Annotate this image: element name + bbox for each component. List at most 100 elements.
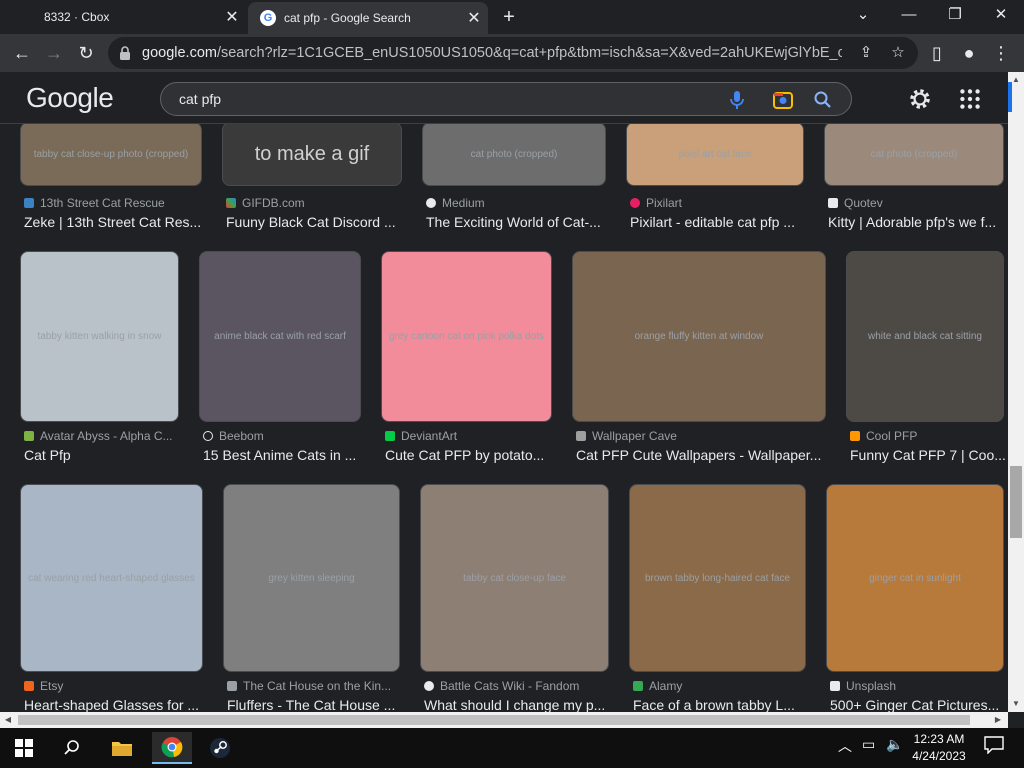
profile-avatar-icon[interactable]: ● (956, 40, 982, 66)
source-name: Alamy (649, 679, 683, 693)
apps-grid-icon[interactable] (957, 86, 983, 112)
scroll-right-arrow-icon[interactable]: ▶ (990, 712, 1006, 728)
reload-icon[interactable]: ↻ (73, 40, 99, 66)
result-source[interactable]: Cool PFP (850, 429, 1006, 443)
result-thumbnail[interactable]: cat wearing red heart-shaped glasses (20, 484, 203, 672)
result-thumbnail[interactable]: grey kitten sleeping (223, 484, 400, 672)
source-favicon-icon (576, 431, 586, 441)
tab-search-chevron-icon[interactable]: ⌄ (840, 0, 886, 30)
side-panel-icon[interactable]: ▯ (924, 40, 950, 66)
restore-button[interactable]: ❐ (932, 0, 978, 30)
vertical-scrollbar[interactable]: ▲ ▼ (1008, 72, 1024, 712)
result-title[interactable]: Funny Cat PFP 7 | Coo... (850, 447, 1006, 463)
result-thumbnail[interactable]: tabby cat close-up face (420, 484, 609, 672)
search-icon[interactable] (811, 88, 835, 112)
source-name: Cool PFP (866, 429, 918, 443)
result-title[interactable]: Cute Cat PFP by potato... (385, 447, 554, 463)
result-title[interactable]: Zeke | 13th Street Cat Res... (24, 214, 204, 230)
result-thumbnail[interactable]: orange fluffy kitten at window (572, 251, 826, 422)
source-name: Beebom (219, 429, 264, 443)
new-tab-button[interactable]: + (498, 6, 520, 28)
source-favicon-icon (203, 431, 213, 441)
result-source[interactable]: Beebom (203, 429, 363, 443)
result-source[interactable]: Avatar Abyss - Alpha C... (24, 429, 181, 443)
result-title[interactable]: What should I change my p... (424, 697, 611, 712)
result-source[interactable]: Pixilart (630, 196, 806, 210)
result-source[interactable]: Quotev (828, 196, 1006, 210)
result-thumbnail[interactable]: cat photo (cropped) (422, 124, 606, 186)
source-name: 13th Street Cat Rescue (40, 196, 165, 210)
settings-gear-icon[interactable] (907, 86, 933, 112)
result-title[interactable]: 15 Best Anime Cats in ... (203, 447, 363, 463)
result-source[interactable]: Unsplash (830, 679, 1006, 693)
search-box[interactable] (160, 82, 852, 116)
menu-kebab-icon[interactable]: ⋮ (988, 40, 1014, 66)
back-arrow-icon[interactable]: ← (9, 40, 35, 66)
volume-icon[interactable]: 🔈 (886, 736, 903, 753)
result-thumbnail[interactable]: white and black cat sitting (846, 251, 1004, 422)
result-source[interactable]: 13th Street Cat Rescue (24, 196, 204, 210)
scroll-down-arrow-icon[interactable]: ▼ (1008, 696, 1024, 712)
result-thumbnail[interactable]: ginger cat in sunlight (826, 484, 1004, 672)
scrollbar-thumb[interactable] (18, 715, 970, 725)
result-thumbnail[interactable]: tabby cat close-up photo (cropped) (20, 124, 202, 186)
result-thumbnail[interactable]: tabby kitten walking in snow (20, 251, 179, 422)
taskbar-clock[interactable]: 12:23 AM 4/24/2023 (904, 731, 974, 765)
notifications-icon[interactable] (984, 736, 1004, 757)
forward-arrow-icon[interactable]: → (41, 40, 67, 66)
result-title[interactable]: Kitty | Adorable pfp's we f... (828, 214, 1006, 230)
source-favicon-icon (630, 198, 640, 208)
horizontal-scrollbar[interactable]: ◀ ▶ (0, 712, 1008, 728)
result-source[interactable]: Wallpaper Cave (576, 429, 828, 443)
network-icon[interactable]: ▭ (862, 736, 875, 753)
result-thumbnail[interactable]: to make a gif (222, 124, 402, 186)
result-title[interactable]: 500+ Ginger Cat Pictures... (830, 697, 1006, 712)
start-windows-icon[interactable] (4, 732, 44, 764)
tray-chevron-icon[interactable]: ︿ (838, 736, 852, 756)
microphone-icon[interactable] (725, 88, 749, 112)
result-thumbnail[interactable]: pixel art cat face (626, 124, 804, 186)
result-title[interactable]: Fuuny Black Cat Discord ... (226, 214, 404, 230)
result-source[interactable]: Alamy (633, 679, 808, 693)
lock-icon[interactable] (118, 45, 132, 61)
camera-lens-icon[interactable] (771, 88, 795, 112)
tab-cbox[interactable]: 8332 · Cbox ✕ (0, 0, 246, 34)
bookmark-star-icon[interactable]: ☆ (887, 42, 909, 64)
result-thumbnail[interactable]: cat photo (cropped) (824, 124, 1004, 186)
result-source[interactable]: DeviantArt (385, 429, 554, 443)
google-logo[interactable]: Google (26, 82, 114, 114)
close-icon[interactable]: ✕ (218, 7, 246, 27)
result-title[interactable]: Cat PFP Cute Wallpapers - Wallpaper... (576, 447, 828, 463)
result-title[interactable]: Pixilart - editable cat pfp ... (630, 214, 806, 230)
result-source[interactable]: Etsy (24, 679, 205, 693)
close-icon[interactable]: ✕ (460, 8, 488, 28)
tab-google-search[interactable]: G cat pfp - Google Search ✕ (248, 2, 488, 34)
source-name: Quotev (844, 196, 883, 210)
result-source[interactable]: Medium (426, 196, 608, 210)
browser-window: 8332 · Cbox ✕ G cat pfp - Google Search … (0, 0, 1024, 768)
search-icon[interactable] (52, 732, 92, 764)
file-explorer-icon[interactable] (102, 732, 142, 764)
result-source[interactable]: GIFDB.com (226, 196, 404, 210)
result-thumbnail[interactable]: anime black cat with red scarf (199, 251, 361, 422)
address-bar[interactable]: google.com/search?rlz=1C1GCEB_enUS1050US… (108, 37, 918, 69)
result-thumbnail[interactable]: grey cartoon cat on pink polka dots (381, 251, 552, 422)
result-source[interactable]: Battle Cats Wiki - Fandom (424, 679, 611, 693)
result-source[interactable]: The Cat House on the Kin... (227, 679, 402, 693)
source-name: Unsplash (846, 679, 897, 693)
scrollbar-thumb[interactable] (1010, 466, 1022, 538)
share-icon[interactable]: ⇪ (855, 42, 877, 64)
result-title[interactable]: Cat Pfp (24, 447, 181, 463)
result-title[interactable]: Face of a brown tabby L... (633, 697, 808, 712)
close-window-button[interactable]: ✕ (978, 0, 1024, 30)
result-title[interactable]: Fluffers - The Cat House ... (227, 697, 402, 712)
url-text[interactable]: google.com/search?rlz=1C1GCEB_enUS1050US… (142, 37, 842, 69)
minimize-button[interactable]: — (886, 0, 932, 30)
search-input[interactable] (179, 83, 699, 115)
scroll-left-arrow-icon[interactable]: ◀ (0, 712, 16, 728)
chrome-icon[interactable] (152, 732, 192, 764)
result-thumbnail[interactable]: brown tabby long-haired cat face (629, 484, 806, 672)
steam-icon[interactable] (200, 732, 240, 764)
result-title[interactable]: Heart-shaped Glasses for ... (24, 697, 205, 712)
result-title[interactable]: The Exciting World of Cat-... (426, 214, 608, 230)
